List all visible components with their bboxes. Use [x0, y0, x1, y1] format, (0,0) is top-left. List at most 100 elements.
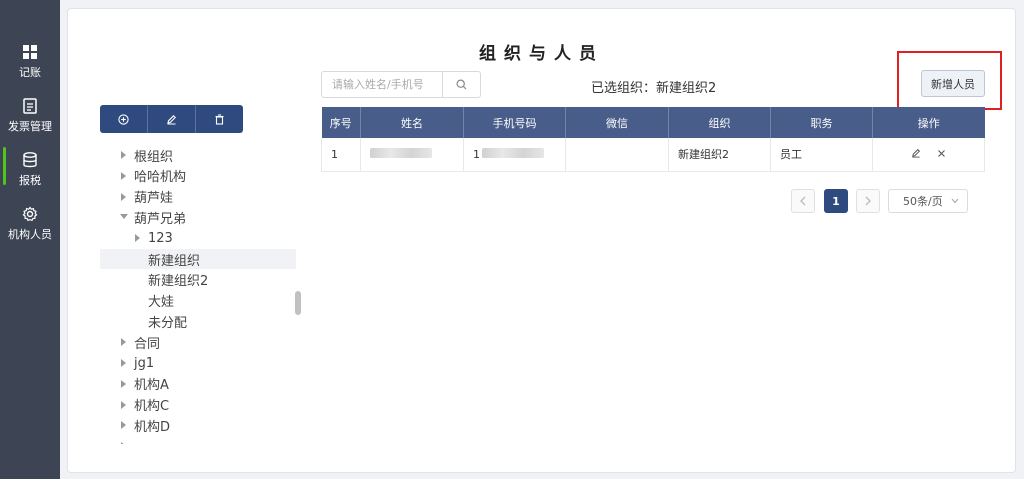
people-table: 序号 姓名 手机号码 微信 组织 职务 操作 1 1 新建组织2 员工: [321, 107, 985, 172]
selected-org-label: 已选组织：新建组织2: [591, 81, 717, 96]
search-button[interactable]: [442, 72, 480, 97]
tree-node-label: 新建组织: [148, 253, 201, 269]
tree-node[interactable]: 哈哈机构: [100, 166, 296, 186]
caret-right-icon[interactable]: [120, 400, 128, 409]
search-box: [321, 71, 481, 98]
nav-label: 记账: [19, 65, 41, 79]
caret-right-icon[interactable]: [134, 234, 142, 243]
next-page-button[interactable]: [856, 189, 880, 213]
caret-right-icon[interactable]: [120, 151, 128, 159]
main-panel: 组织与人员 根组织 哈哈机构 葫芦娃 葫芦兄弟 123 新建组织 新建组织2 大娃 未分配 合同 j…: [67, 8, 1016, 473]
tree-node-label: 未分配: [148, 315, 188, 331]
caret-right-icon[interactable]: [120, 338, 128, 347]
grid-icon: [21, 43, 39, 61]
current-page[interactable]: 1: [824, 189, 848, 213]
search-input[interactable]: [322, 72, 442, 97]
column-header: 序号: [321, 107, 361, 138]
redacted-name: [370, 147, 432, 158]
tree-node[interactable]: 葫芦兄弟: [100, 207, 296, 227]
caret-right-icon[interactable]: [120, 442, 128, 444]
cell-name: [360, 138, 464, 172]
tree-node-label: 合同: [134, 336, 161, 352]
tree-node[interactable]: jg1: [100, 353, 296, 373]
tree-node-label: 哈哈机构: [134, 170, 187, 186]
nav-label: 发票管理: [8, 119, 52, 133]
tree-node[interactable]: 新建组织: [100, 249, 296, 269]
edit-icon: [167, 114, 176, 124]
tree-node-label: 葫芦兄弟: [134, 211, 187, 227]
caret-right-icon[interactable]: [120, 359, 128, 367]
tree-node[interactable]: 合同: [100, 332, 296, 352]
caret-right-icon[interactable]: [120, 379, 128, 388]
nav-label: 报税: [19, 173, 41, 187]
column-header: 职务: [770, 107, 873, 138]
sidebar: 记账 发票管理 报税 机构人员: [0, 0, 60, 479]
redacted-phone: [482, 147, 544, 158]
tree-node-label: 机构D: [134, 419, 171, 435]
database-icon: [21, 151, 39, 169]
tree-node[interactable]: 大娃: [100, 291, 296, 311]
caret-right-icon[interactable]: [120, 171, 128, 180]
prev-page-button[interactable]: [791, 189, 815, 213]
cell-phone: 1: [463, 138, 566, 172]
search-icon: [456, 79, 467, 90]
page-size-value: 50条/页: [903, 195, 943, 208]
edit-row-icon[interactable]: [911, 148, 921, 161]
nav-item-invoices[interactable]: 发票管理: [0, 90, 60, 140]
column-header: 组织: [668, 107, 771, 138]
nav-item-tax[interactable]: 报税: [0, 144, 60, 194]
tree-node[interactable]: 机构C: [100, 395, 296, 415]
tree-node-label: 机构A: [134, 378, 169, 394]
column-header: 姓名: [360, 107, 464, 138]
page-title: 组织与人员: [479, 44, 604, 64]
tree-node[interactable]: 未分配: [100, 311, 296, 331]
tree-node[interactable]: 新建组织2: [100, 270, 296, 290]
tree-node-label: 123: [148, 230, 173, 246]
add-org-button[interactable]: [100, 105, 148, 133]
tree-node[interactable]: 机构A: [100, 374, 296, 394]
document-icon: [21, 97, 39, 115]
tree-node-label: 大娃: [148, 295, 175, 311]
chevron-right-icon: [865, 196, 871, 206]
caret-right-icon[interactable]: [120, 421, 128, 430]
tree-node[interactable]: 根组织: [100, 145, 296, 165]
caret-right-icon[interactable]: [120, 192, 128, 201]
column-header: 微信: [565, 107, 669, 138]
nav-item-bookkeeping[interactable]: 记账: [0, 36, 60, 86]
tree-node-label: 新建组织2: [148, 274, 209, 290]
tree-node[interactable]: [100, 436, 296, 444]
tree-node-label: jg1: [134, 355, 155, 371]
table-header-row: 序号 姓名 手机号码 微信 组织 职务 操作: [321, 107, 985, 138]
table-row: 1 1 新建组织2 员工: [321, 138, 985, 172]
cell-index: 1: [321, 138, 361, 172]
chevron-down-icon: [951, 198, 959, 204]
cell-role: 员工: [770, 138, 873, 172]
phone-prefix: 1: [473, 147, 480, 161]
tree-node[interactable]: 葫芦娃: [100, 187, 296, 207]
cell-wechat: [565, 138, 669, 172]
add-circle-icon: [118, 113, 129, 125]
highlight-box: [897, 51, 1002, 110]
chevron-left-icon: [800, 196, 806, 206]
org-tree: 根组织哈哈机构葫芦娃葫芦兄弟 123 新建组织新建组织2 大娃未分配合同 jg1 机构A 机…: [100, 144, 296, 444]
cell-org: 新建组织2: [668, 138, 771, 172]
cell-actions: [872, 138, 985, 172]
tree-scrollbar[interactable]: [295, 291, 301, 315]
trash-icon: [215, 113, 224, 125]
tree-node-label: 葫芦娃: [134, 191, 174, 207]
gear-icon: [21, 205, 39, 223]
tree-node[interactable]: 机构D: [100, 415, 296, 435]
column-header: 操作: [872, 107, 985, 138]
caret-down-icon[interactable]: [120, 213, 128, 221]
nav-label: 机构人员: [8, 227, 52, 241]
tree-node[interactable]: 123: [100, 228, 296, 248]
edit-org-button[interactable]: [148, 105, 196, 133]
nav-item-org-people[interactable]: 机构人员: [0, 198, 60, 248]
delete-org-button[interactable]: [196, 105, 243, 133]
delete-row-icon[interactable]: [937, 148, 946, 161]
tree-node-label: 机构C: [134, 399, 170, 415]
column-header: 手机号码: [463, 107, 566, 138]
tree-node-label: 根组织: [134, 149, 174, 165]
page-size-select[interactable]: 50条/页: [888, 189, 968, 213]
tree-toolbar: [100, 105, 243, 133]
